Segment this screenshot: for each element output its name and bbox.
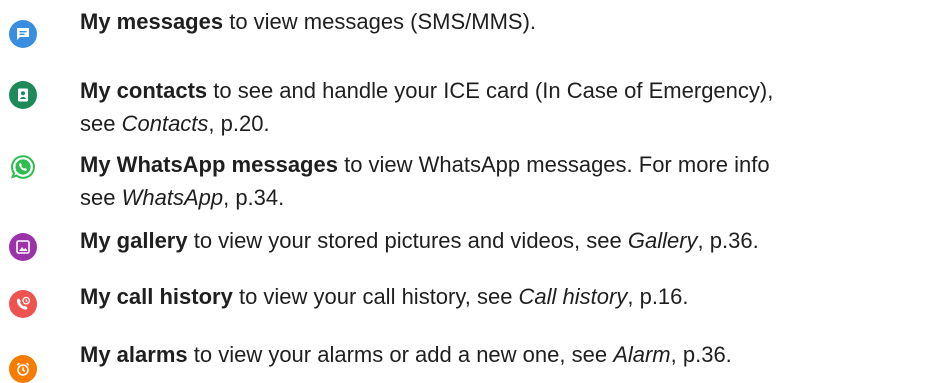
item-description: to view your call history, see	[232, 284, 519, 309]
item-title: My WhatsApp messages	[80, 152, 338, 177]
item-description: to view messages (SMS/MMS).	[223, 9, 537, 34]
item-page: , p.36.	[670, 342, 732, 367]
gallery-icon	[9, 233, 37, 261]
item-title: My alarms	[80, 342, 188, 367]
alarm-icon	[9, 355, 37, 383]
item-text: My WhatsApp messages to view WhatsApp me…	[80, 148, 948, 214]
item-description: to see and handle your ICE card (In Case…	[207, 78, 774, 103]
item-title: My gallery	[80, 228, 188, 253]
item-reference: Gallery	[627, 228, 698, 253]
item-title: My messages	[80, 9, 224, 34]
whatsapp-icon	[9, 153, 37, 181]
item-description: to view your alarms or add a new one, se…	[187, 342, 614, 367]
item-reference: Contacts	[121, 111, 209, 136]
call-history-icon	[9, 290, 37, 318]
item-page: , p.16.	[627, 284, 689, 309]
item-reference: Alarm	[613, 342, 671, 367]
item-see: see	[80, 111, 122, 136]
item-description: to view WhatsApp messages. For more info	[337, 152, 770, 177]
item-text: My alarms to view your alarms or add a n…	[80, 338, 948, 371]
contacts-icon	[9, 81, 37, 109]
item-page: , p.20.	[208, 111, 270, 136]
item-description: to view your stored pictures and videos,…	[187, 228, 628, 253]
item-text: My gallery to view your stored pictures …	[80, 224, 948, 257]
item-text: My messages to view messages (SMS/MMS).	[80, 5, 948, 38]
item-page: , p.36.	[697, 228, 759, 253]
item-see: see	[80, 185, 122, 210]
item-text: My contacts to see and handle your ICE c…	[80, 74, 948, 140]
item-title: My contacts	[80, 78, 208, 103]
messages-icon	[9, 20, 37, 48]
item-reference: WhatsApp	[121, 185, 224, 210]
item-title: My call history	[80, 284, 233, 309]
item-text: My call history to view your call histor…	[80, 280, 948, 313]
item-reference: Call history	[518, 284, 628, 309]
item-page: , p.34.	[223, 185, 285, 210]
